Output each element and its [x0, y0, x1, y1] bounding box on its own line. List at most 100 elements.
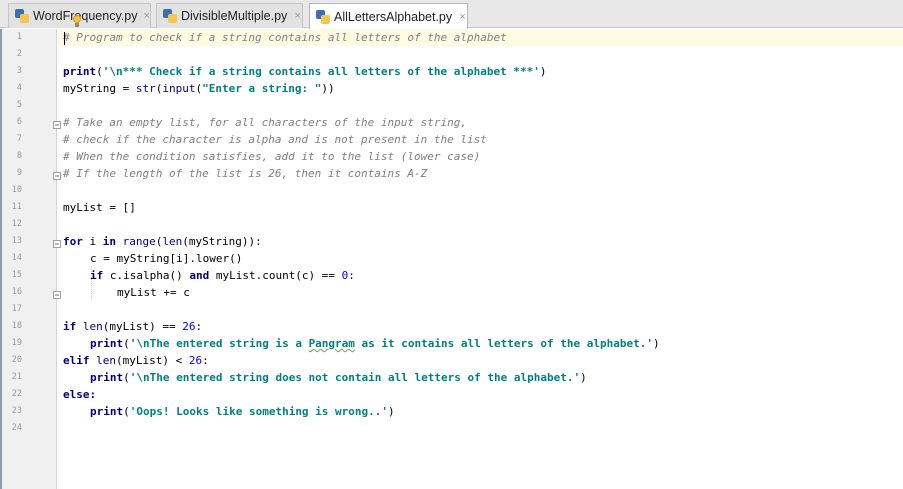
- code-line-15: if c.isalpha() and myList.count(c) == 0:: [90, 267, 355, 284]
- code-line-7: # check if the character is alpha and is…: [63, 131, 487, 148]
- code-text: c = myString[i].lower(): [90, 252, 243, 265]
- line-number: 8: [16, 151, 22, 161]
- elif-keyword: elif: [63, 354, 90, 367]
- line-number: 23: [11, 406, 22, 416]
- number-literal: 26: [182, 320, 196, 333]
- code-line-21: print('\nThe entered string does not con…: [90, 369, 587, 386]
- code-text: (myList) ==: [102, 320, 183, 333]
- string-literal: "Enter a string: ": [202, 82, 322, 95]
- line-number: 4: [16, 83, 22, 93]
- line-number: 20: [11, 355, 22, 365]
- code-text: myList = []: [63, 201, 136, 214]
- tab-allettersalphabet[interactable]: AllLettersAlphabet.py ×: [309, 3, 468, 29]
- line-number: 17: [11, 304, 22, 314]
- line-number: 18: [11, 321, 22, 331]
- line-number: 2: [16, 49, 22, 59]
- line-number: 14: [11, 253, 22, 263]
- code-text: c.isalpha(): [103, 269, 190, 282]
- line-number: 19: [11, 338, 22, 348]
- string-literal: '\n*** Check if a string contains all le…: [102, 65, 540, 78]
- if-keyword: if: [90, 269, 104, 282]
- code-text: myList.count(c) ==: [209, 269, 342, 282]
- string-literal: as it contains all letters of the alphab…: [354, 337, 653, 350]
- line-number: 1: [16, 32, 22, 42]
- line-number: 12: [11, 219, 22, 229]
- line-number: 7: [16, 134, 22, 144]
- code-line-23: print('Oops! Looks like something is wro…: [90, 403, 395, 420]
- code-text: myString =: [63, 82, 136, 95]
- string-literal: '\nThe entered string does not contain a…: [129, 371, 581, 384]
- code-line-14: c = myString[i].lower(): [90, 250, 242, 267]
- line-number: 13: [11, 236, 22, 246]
- builtin: input: [162, 82, 196, 95]
- comment: # If the length of the list is 26, then …: [63, 167, 428, 180]
- code-text: myList += c: [117, 286, 190, 299]
- code-text: :: [348, 269, 355, 282]
- builtin: len: [162, 235, 183, 248]
- python-file-icon: [15, 9, 29, 23]
- code-line-6: # Take an empty list, for all characters…: [63, 114, 467, 131]
- string-literal: '\nThe entered string is a: [129, 337, 309, 350]
- paren: ): [539, 65, 547, 78]
- tab-label: WordFrequency.py: [33, 9, 138, 23]
- paren: ): [652, 337, 660, 350]
- line-number: 24: [11, 423, 22, 433]
- editor-tab-bar: WordFrequency.py × DivisibleMultiple.py …: [0, 0, 903, 29]
- print-keyword: print: [90, 405, 124, 418]
- code-line-16: myList += c: [117, 284, 190, 301]
- number-literal: 26: [188, 354, 203, 367]
- line-number: 3: [16, 66, 22, 76]
- code-line-8: # When the condition satisfies, add it t…: [63, 148, 480, 165]
- for-keyword: for: [63, 235, 83, 248]
- line-number: 6: [16, 117, 22, 127]
- print-keyword: print: [90, 371, 124, 384]
- python-file-icon: [316, 9, 330, 24]
- code-text: i: [82, 235, 103, 248]
- tab-label: AllLettersAlphabet.py: [334, 9, 453, 24]
- code-text: (myString)):: [182, 235, 262, 248]
- code-text: :: [202, 354, 209, 367]
- print-keyword: print: [63, 65, 97, 78]
- close-icon[interactable]: ×: [293, 10, 302, 22]
- line-number: 22: [11, 389, 22, 399]
- close-icon[interactable]: ×: [458, 11, 467, 23]
- line-number: 10: [11, 185, 22, 195]
- code-line-9: # If the length of the list is 26, then …: [63, 165, 427, 182]
- lightbulb-icon[interactable]: [72, 15, 82, 28]
- line-number: 16: [11, 287, 22, 297]
- and-keyword: and: [189, 269, 210, 282]
- python-file-icon: [163, 9, 177, 23]
- code-text: (myList) <: [116, 354, 189, 367]
- tab-divisiblemultiple[interactable]: DivisibleMultiple.py ×: [156, 3, 303, 28]
- close-icon[interactable]: ×: [143, 10, 150, 22]
- code-line-11: myList = []: [63, 199, 136, 216]
- paren: (: [123, 371, 130, 384]
- code-line-13: for i in range(len(myString)):: [63, 233, 262, 250]
- line-number: 21: [11, 372, 22, 382]
- comment: # Take an empty list, for all characters…: [63, 116, 467, 129]
- code-line-19: print('\nThe entered string is a Pangram…: [90, 335, 660, 352]
- code-line-20: elif len(myList) < 26:: [63, 352, 209, 369]
- spellcheck-word: Pangram: [308, 337, 355, 350]
- code-line-3: print('\n*** Check if a string contains …: [63, 63, 546, 80]
- builtin: str: [135, 82, 156, 95]
- paren: (: [96, 65, 103, 78]
- code-text: :: [195, 320, 203, 333]
- code-line-18: if len(myList) == 26:: [63, 318, 202, 335]
- code-line-1: # Program to check if a string contains …: [63, 29, 507, 46]
- in-keyword: in: [102, 235, 116, 248]
- paren: ): [388, 405, 395, 418]
- line-number: 11: [11, 202, 22, 212]
- paren: ): [580, 371, 587, 384]
- builtin: len: [82, 320, 103, 333]
- paren: (: [123, 405, 130, 418]
- builtin: range: [122, 235, 156, 248]
- print-keyword: print: [90, 337, 124, 350]
- code-line-22: else:: [63, 386, 96, 403]
- if-keyword: if: [63, 320, 77, 333]
- paren: )): [321, 82, 335, 95]
- text-cursor: [64, 32, 65, 45]
- comment: # When the condition satisfies, add it t…: [63, 150, 481, 163]
